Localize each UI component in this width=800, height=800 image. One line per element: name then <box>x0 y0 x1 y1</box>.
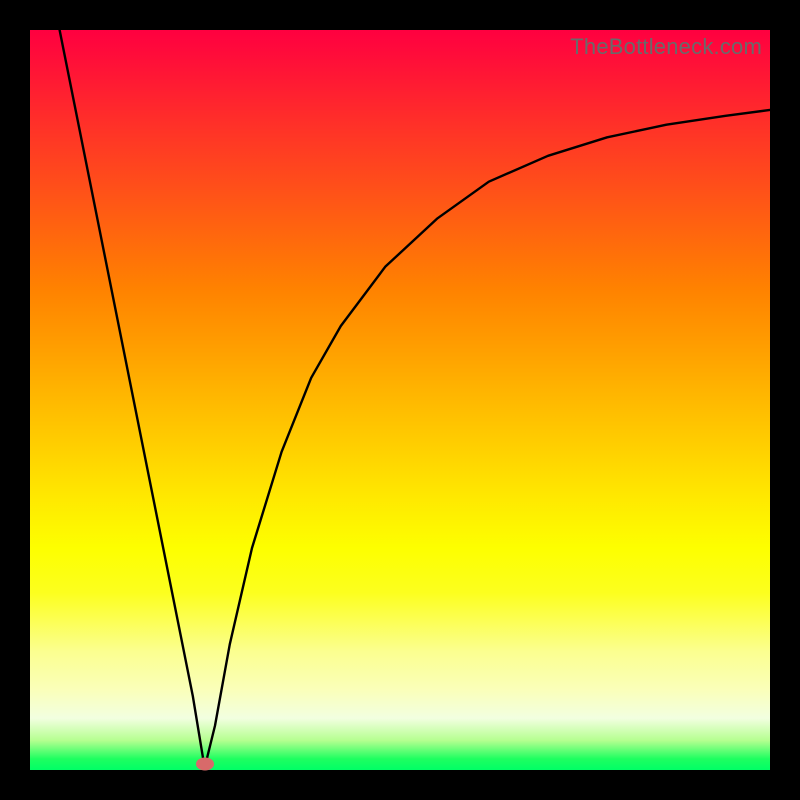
watermark-label: TheBottleneck.com <box>570 34 762 60</box>
chart-frame: TheBottleneck.com <box>0 0 800 800</box>
bottleneck-curve-path <box>60 30 770 768</box>
min-point-marker <box>196 758 214 771</box>
plot-area: TheBottleneck.com <box>30 30 770 770</box>
curve-svg <box>30 30 770 770</box>
